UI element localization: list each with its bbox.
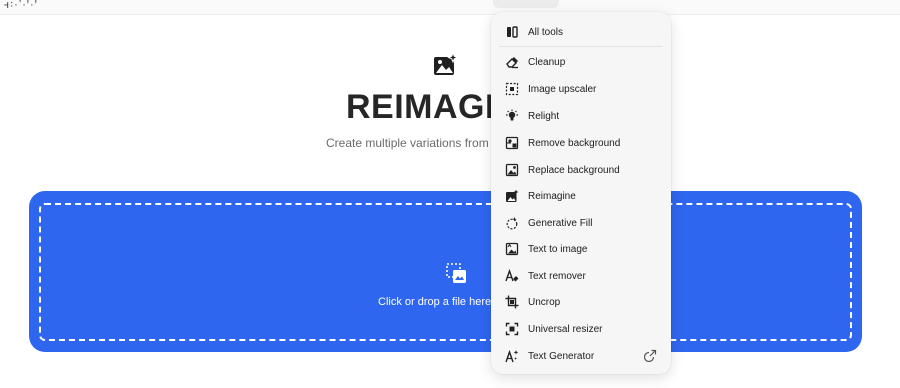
- text-generator-icon: [505, 349, 519, 363]
- menu-item-uncrop[interactable]: Uncrop: [499, 290, 663, 314]
- menu-item-text-to-image[interactable]: Text to image: [499, 237, 663, 261]
- uncrop-icon: [505, 295, 519, 309]
- page-title: REIMAGI: [346, 88, 495, 126]
- page: ꟶ꞉·ʼ·ꞌ·ꞌ REIMAGI Create multiple variati…: [0, 0, 900, 388]
- upscale-icon: [505, 82, 519, 96]
- bulb-icon: [506, 109, 518, 121]
- eraser-icon: [506, 57, 518, 69]
- replace-bg-icon: [505, 163, 519, 177]
- text-to-image-icon: [505, 242, 519, 256]
- menu-item-cleanup[interactable]: Cleanup: [499, 50, 663, 74]
- dropzone-label: Click or drop a file here t: [378, 296, 498, 308]
- menu-item-reimagine[interactable]: Reimagine: [499, 184, 663, 208]
- external-link-icon: [644, 349, 657, 362]
- file-dropzone[interactable]: Click or drop a file here t: [29, 191, 862, 352]
- menu-item-generative-fill[interactable]: Generative Fill: [499, 211, 663, 235]
- reimagine-hero-icon: [434, 52, 459, 75]
- tools-dropdown-menu: All tools Cleanup Image upscaler Relight…: [491, 12, 671, 374]
- top-nav-bar: ꟶ꞉·ʼ·ꞌ·ꞌ: [0, 0, 900, 15]
- resizer-icon: [505, 322, 519, 336]
- all-tools-icon: [507, 26, 518, 38]
- menu-item-text-remover[interactable]: Text remover: [499, 264, 663, 288]
- menu-item-remove-background[interactable]: Remove background: [499, 131, 663, 155]
- remove-bg-icon: [505, 136, 519, 150]
- generative-fill-icon: [506, 217, 518, 230]
- tools-menu-trigger[interactable]: [493, 0, 559, 8]
- menu-item-universal-resizer[interactable]: Universal resizer: [499, 317, 663, 341]
- menu-divider: [499, 46, 663, 47]
- brand-logo[interactable]: ꟶ꞉·ʼ·ꞌ·ꞌ: [4, 0, 38, 12]
- menu-item-replace-background[interactable]: Replace background: [499, 158, 663, 182]
- menu-item-text-generator[interactable]: Text Generator: [499, 344, 663, 368]
- menu-item-relight[interactable]: Relight: [499, 104, 663, 128]
- reimagine-icon: [506, 189, 519, 202]
- page-subtitle: Create multiple variations from a: [326, 136, 499, 150]
- menu-item-all-tools[interactable]: All tools: [499, 20, 663, 44]
- text-remover-icon: [505, 269, 519, 282]
- dropzone-dashed-border: Click or drop a file here t: [39, 203, 852, 341]
- upload-image-icon: [446, 263, 466, 283]
- menu-item-image-upscaler[interactable]: Image upscaler: [499, 77, 663, 101]
